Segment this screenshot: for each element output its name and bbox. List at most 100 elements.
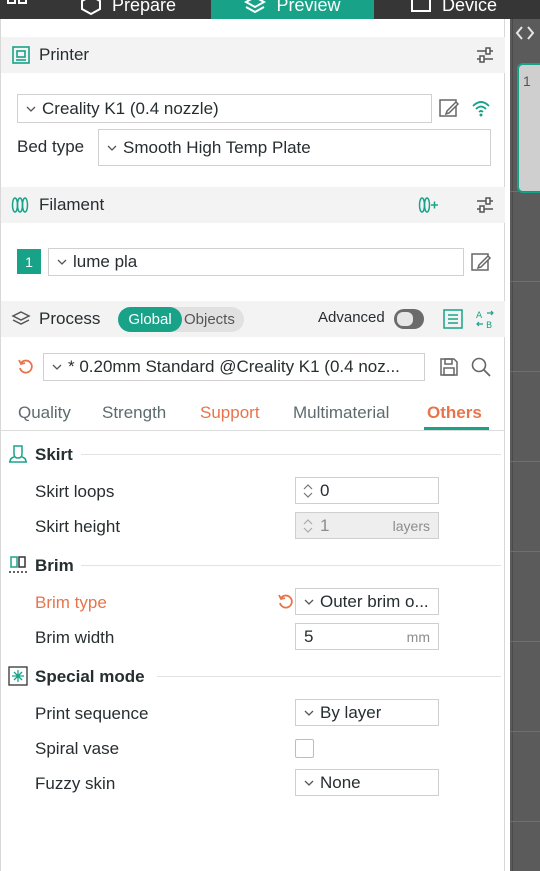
tab-prepare[interactable]: Prepare (80, 0, 176, 19)
tab-preview[interactable]: Preview (211, 0, 374, 19)
grid-line (510, 191, 540, 192)
grid-line (510, 821, 540, 822)
skirt-height-label: Skirt height (35, 517, 121, 536)
printer-select[interactable]: Creality K1 (0.4 nozzle) (17, 94, 432, 123)
fuzzy-skin-label: Fuzzy skin (35, 774, 116, 793)
printer-section-header: Printer (1, 37, 505, 73)
spiral-vase-checkbox[interactable] (295, 739, 314, 758)
brim-group-title: Brim (35, 556, 74, 575)
sidebar-panel: Printer Creality K1 (0.4 nozzle) Bed typ… (0, 19, 505, 871)
filament-selected-value: lume pla (73, 252, 138, 271)
bed-type-value: Smooth High Temp Plate (123, 137, 311, 157)
filament-title: Filament (39, 195, 105, 214)
spinner-arrows-icon[interactable] (302, 483, 314, 498)
reset-icon[interactable] (17, 358, 35, 376)
filament-section-header: Filament (1, 187, 505, 223)
wifi-icon[interactable] (470, 97, 492, 119)
edit-filament-icon[interactable] (470, 251, 492, 273)
3d-canvas[interactable]: 1 (510, 19, 540, 871)
chevron-down-icon (304, 710, 314, 716)
tab-strength[interactable]: Strength (102, 403, 166, 423)
scope-global-button[interactable]: Global (118, 307, 182, 332)
plate-thumbnail[interactable]: 1 (517, 63, 540, 193)
fuzzy-skin-value: None (320, 772, 361, 792)
add-filament-icon[interactable] (417, 195, 439, 215)
save-icon[interactable] (438, 356, 460, 378)
filament-select[interactable]: lume pla (48, 248, 464, 276)
print-sequence-value: By layer (320, 702, 382, 722)
skirt-height-input: 1 layers (295, 512, 439, 539)
edit-printer-icon[interactable] (438, 97, 460, 119)
layers-icon (11, 309, 31, 329)
settings-tabs: Quality Strength Support Multimaterial O… (1, 403, 505, 431)
group-divider (81, 565, 501, 566)
printer-selected-value: Creality K1 (0.4 nozzle) (42, 98, 219, 118)
chevron-down-icon (304, 599, 314, 605)
skirt-height-unit: layers (392, 517, 430, 534)
chevron-down-icon (57, 259, 67, 265)
grid-line (510, 641, 540, 642)
chevron-down-icon (52, 364, 62, 370)
grid-line (510, 551, 540, 552)
chevron-down-icon (107, 145, 117, 151)
filament-settings-icon[interactable] (475, 195, 495, 215)
toggle-knob (397, 312, 413, 326)
tab-preview-label: Preview (276, 0, 341, 15)
canvas-divider (512, 19, 513, 871)
brim-type-select[interactable]: Outer brim o... (295, 588, 439, 615)
chevron-down-icon (26, 106, 36, 112)
fuzzy-skin-select[interactable]: None (295, 769, 439, 796)
menu-icon[interactable] (6, 0, 28, 19)
bed-type-select[interactable]: Smooth High Temp Plate (98, 129, 491, 166)
process-section-header: Process (1, 301, 505, 337)
brim-width-value: 5 (304, 626, 314, 646)
advanced-label: Advanced (318, 309, 385, 326)
cube-icon (81, 0, 101, 16)
tab-device-label: Device (442, 0, 498, 15)
process-scope-toggle[interactable]: Global Objects (118, 307, 244, 332)
brim-width-label: Brim width (35, 628, 115, 647)
tab-multimaterial[interactable]: Multimaterial (293, 403, 389, 423)
search-icon[interactable] (470, 356, 492, 378)
group-divider (157, 676, 501, 677)
collapse-sidebar-icon[interactable] (514, 23, 540, 51)
bed-type-label: Bed type (17, 137, 85, 156)
grid-line (510, 731, 540, 732)
filament-slot-badge[interactable]: 1 (17, 249, 41, 274)
printer-settings-icon[interactable] (475, 45, 495, 65)
filament-spool-icon (11, 195, 31, 215)
skirt-group-title: Skirt (35, 445, 73, 464)
scope-objects-button[interactable]: Objects (182, 311, 244, 328)
special-mode-icon (8, 666, 28, 686)
skirt-loops-value: 0 (320, 480, 330, 500)
brim-width-input[interactable]: 5 mm (295, 623, 439, 650)
spinner-arrows-icon (302, 518, 314, 533)
brim-type-value: Outer brim o... (320, 591, 429, 611)
grid-line (510, 371, 540, 372)
layers-icon (244, 0, 267, 14)
tabs-divider (1, 430, 505, 431)
skirt-height-value: 1 (320, 515, 330, 535)
tab-support[interactable]: Support (200, 403, 260, 423)
grid-line (510, 461, 540, 462)
svg-text:B: B (486, 321, 492, 330)
top-tab-bar: Prepare Preview Device (0, 0, 540, 19)
skirt-icon (9, 445, 27, 463)
reset-icon[interactable] (277, 593, 295, 611)
tab-others[interactable]: Others (427, 403, 482, 423)
tab-device[interactable]: Device (410, 0, 497, 19)
group-divider (81, 454, 501, 455)
print-sequence-select[interactable]: By layer (295, 699, 439, 726)
plate-number: 1 (523, 73, 531, 89)
compare-presets-icon[interactable]: AB (474, 308, 496, 330)
device-icon (411, 0, 431, 12)
list-view-icon[interactable] (442, 308, 464, 330)
tab-quality[interactable]: Quality (18, 403, 71, 423)
special-mode-group-title: Special mode (35, 667, 145, 686)
brim-width-unit: mm (406, 628, 430, 645)
advanced-toggle[interactable] (394, 309, 424, 329)
printer-icon (11, 45, 31, 65)
process-preset-select[interactable]: * 0.20mm Standard @Creality K1 (0.4 noz.… (43, 353, 425, 381)
tab-prepare-label: Prepare (112, 0, 177, 15)
skirt-loops-input[interactable]: 0 (295, 477, 439, 504)
